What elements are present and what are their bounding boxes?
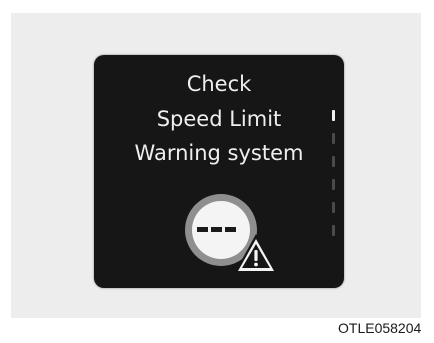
scroll-segment	[332, 156, 335, 167]
scroll-indicator	[332, 110, 336, 238]
scroll-segment	[332, 133, 335, 144]
dash-mark	[211, 227, 222, 232]
dash-mark	[225, 227, 236, 232]
message-line-1: Check	[186, 72, 252, 96]
message-line-3: Warning system	[134, 141, 304, 165]
message-line-2: Speed Limit	[156, 107, 282, 131]
speed-limit-warning-icon	[185, 194, 278, 274]
scroll-segment	[332, 202, 335, 213]
scroll-segment	[332, 225, 335, 236]
image-reference-code: OTLE058204	[338, 320, 422, 336]
scroll-segment-active	[332, 110, 335, 121]
scroll-segment	[332, 179, 335, 190]
cluster-display: Check Speed Limit Warning system	[94, 55, 344, 288]
dash-mark	[197, 227, 208, 232]
